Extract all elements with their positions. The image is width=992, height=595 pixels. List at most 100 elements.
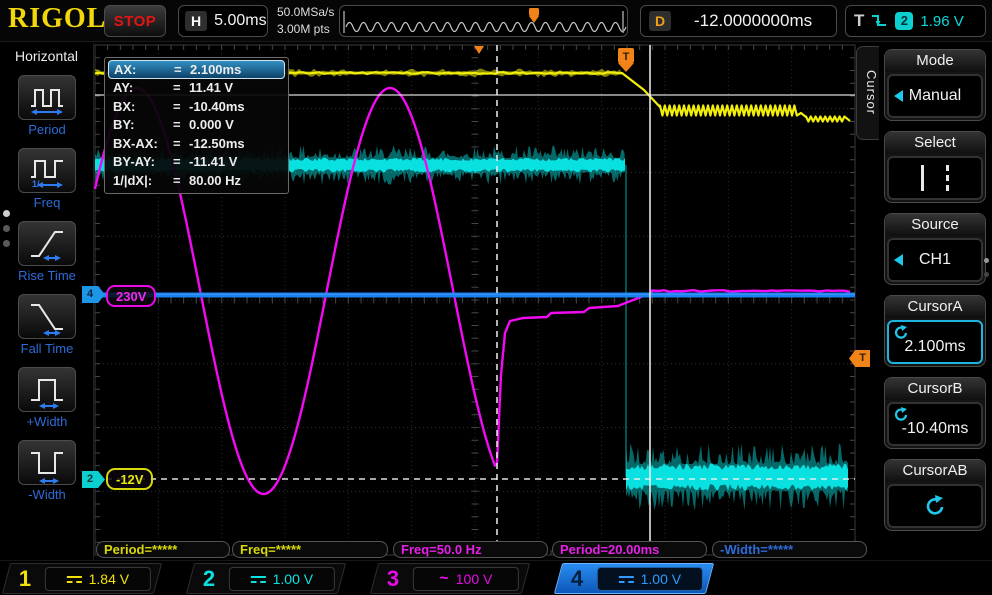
left-menu-item-label: Rise Time: [0, 268, 94, 283]
menu-section-mode: Mode Manual: [884, 49, 986, 121]
dc-coupling-icon: [251, 575, 266, 582]
popup-row-value: -10.40ms: [189, 99, 245, 114]
pos-width-icon: [18, 367, 76, 412]
measurement-pill-5: -Width=*****: [712, 541, 867, 558]
svg-text:1/: 1/: [32, 179, 40, 189]
popup-row-label: BY-AY:: [113, 154, 173, 169]
ch1-trace-label[interactable]: -12V: [106, 468, 153, 490]
menu-section-cursor-b: CursorB -10.40ms: [884, 377, 986, 449]
fall-time-icon: [18, 294, 76, 339]
trigger-delay-block[interactable]: D -12.0000000ms: [640, 5, 837, 37]
left-menu-item-rise-time[interactable]: Rise Time: [0, 221, 94, 283]
neg-width-icon: [18, 440, 76, 485]
left-measure-menu: Horizontal Period1/FreqRise TimeFall Tim…: [0, 43, 94, 560]
channel-3-scale-box: ~100 V: [413, 567, 519, 591]
rotate-knob-icon: [894, 407, 909, 422]
channel-1-number: 1: [19, 566, 37, 592]
popup-row-bx: BX:=-10.40ms: [108, 97, 285, 116]
popup-row-value: 80.00 Hz: [189, 173, 241, 188]
popup-row-label: AY:: [113, 80, 173, 95]
popup-row-label: BX-AX:: [113, 136, 173, 151]
popup-row-byay: BY-AY:=-11.41 V: [108, 153, 285, 172]
left-menu-item-label: Fall Time: [0, 341, 94, 356]
channel-2-status[interactable]: 2 1.00 V: [186, 563, 346, 594]
popup-row-ax: AX:=2.100ms: [108, 60, 285, 79]
left-menu-item--width[interactable]: +Width: [0, 367, 94, 429]
select-button[interactable]: [887, 156, 983, 200]
rigol-logo: RIGOL: [8, 3, 106, 35]
channel-1-status[interactable]: 1 1.84 V: [2, 563, 162, 594]
trigger-level-value: 1.96 V: [920, 13, 963, 30]
channel-4-scale-box: 1.00 V: [597, 567, 703, 591]
channel-1-scale-box: 1.84 V: [45, 567, 151, 591]
popup-row-label: AX:: [114, 62, 174, 77]
popup-row-eq: =: [173, 80, 189, 95]
chevron-left-icon: [894, 254, 903, 266]
channel-2-scale-box: 1.00 V: [229, 567, 335, 591]
popup-row-bxax: BX-AX:=-12.50ms: [108, 134, 285, 153]
menu-section-select: Select: [884, 131, 986, 203]
channel-4-inner: 4 1.00 V: [559, 566, 709, 592]
cursor-b-glyph: [946, 165, 949, 191]
rotate-knob-icon: [894, 325, 909, 340]
cursor-ab-button[interactable]: [887, 484, 983, 528]
trigger-source-badge: 2: [895, 12, 913, 30]
cursor-b-label: CursorB: [885, 378, 985, 400]
mode-value: Manual: [909, 87, 961, 105]
left-menu-item-label: Period: [0, 122, 94, 137]
popup-row-eq: =: [173, 173, 189, 188]
left-menu-item-freq[interactable]: 1/Freq: [0, 148, 94, 210]
cursor-a-value: 2.100ms: [904, 338, 965, 356]
popup-row-dx: 1/|dX|:=80.00 Hz: [108, 171, 285, 190]
dc-coupling-icon: [619, 575, 634, 582]
channel-2-scale: 1.00 V: [273, 571, 313, 587]
ch3-trace-label[interactable]: 230V: [106, 285, 156, 307]
horizontal-timebase-block[interactable]: H 5.00ms: [178, 5, 268, 37]
ac-coupling-icon: ~: [440, 574, 449, 584]
menu-page-dots-right: [984, 258, 989, 277]
menu-section-source: Source CH1: [884, 213, 986, 285]
channel-2-inner: 2 1.00 V: [191, 566, 341, 592]
delay-value: -12.0000000ms: [678, 11, 828, 31]
popup-row-eq: =: [173, 154, 189, 169]
trace-ch4: [95, 294, 855, 295]
channel-2-number: 2: [203, 566, 221, 592]
measurement-pill-2: Freq=*****: [232, 541, 388, 558]
measurement-pill-1: Period=*****: [96, 541, 230, 558]
source-button[interactable]: CH1: [887, 238, 983, 282]
left-menu-item-label: -Width: [0, 487, 94, 502]
run-stop-status[interactable]: STOP: [104, 5, 166, 37]
h-icon: H: [185, 11, 207, 31]
dc-coupling-icon: [67, 575, 82, 582]
popup-row-eq: =: [173, 136, 189, 151]
horizontal-position-indicator[interactable]: [339, 5, 628, 37]
cursor-a-glyph: [921, 165, 924, 191]
left-menu-item-period[interactable]: Period: [0, 75, 94, 137]
channel-3-number: 3: [387, 566, 405, 592]
left-menu-item--width[interactable]: -Width: [0, 440, 94, 502]
popup-row-eq: =: [173, 99, 189, 114]
cursor-a-button[interactable]: 2.100ms: [887, 320, 983, 364]
menu-page-dots: [3, 210, 10, 247]
mode-button[interactable]: Manual: [887, 74, 983, 118]
period-icon: [18, 75, 76, 120]
menu-section-cursor-a: CursorA 2.100ms: [884, 295, 986, 367]
measurement-pill-3: Freq=50.0 Hz: [393, 541, 548, 558]
channel-4-status[interactable]: 4 1.00 V: [554, 563, 714, 594]
trigger-status-block[interactable]: T 2 1.96 V: [845, 5, 986, 37]
channel-4-number: 4: [571, 566, 589, 592]
popup-row-label: BX:: [113, 99, 173, 114]
rotate-knob-icon: [924, 495, 946, 517]
freq-icon: 1/: [18, 148, 76, 193]
acquisition-info: 50.0MSa/s 3.00M pts: [277, 4, 334, 38]
left-menu-item-fall-time[interactable]: Fall Time: [0, 294, 94, 356]
popup-row-label: BY:: [113, 117, 173, 132]
channel-3-status[interactable]: 3 ~100 V: [370, 563, 530, 594]
cursor-b-button[interactable]: -10.40ms: [887, 402, 983, 446]
popup-row-value: 2.100ms: [190, 62, 241, 77]
left-menu-item-label: +Width: [0, 414, 94, 429]
cursor-menu-tab: Cursor: [856, 46, 879, 140]
cursor-b-value: -10.40ms: [902, 420, 969, 438]
popup-row-value: -11.41 V: [189, 154, 237, 169]
popup-row-eq: =: [174, 62, 190, 77]
